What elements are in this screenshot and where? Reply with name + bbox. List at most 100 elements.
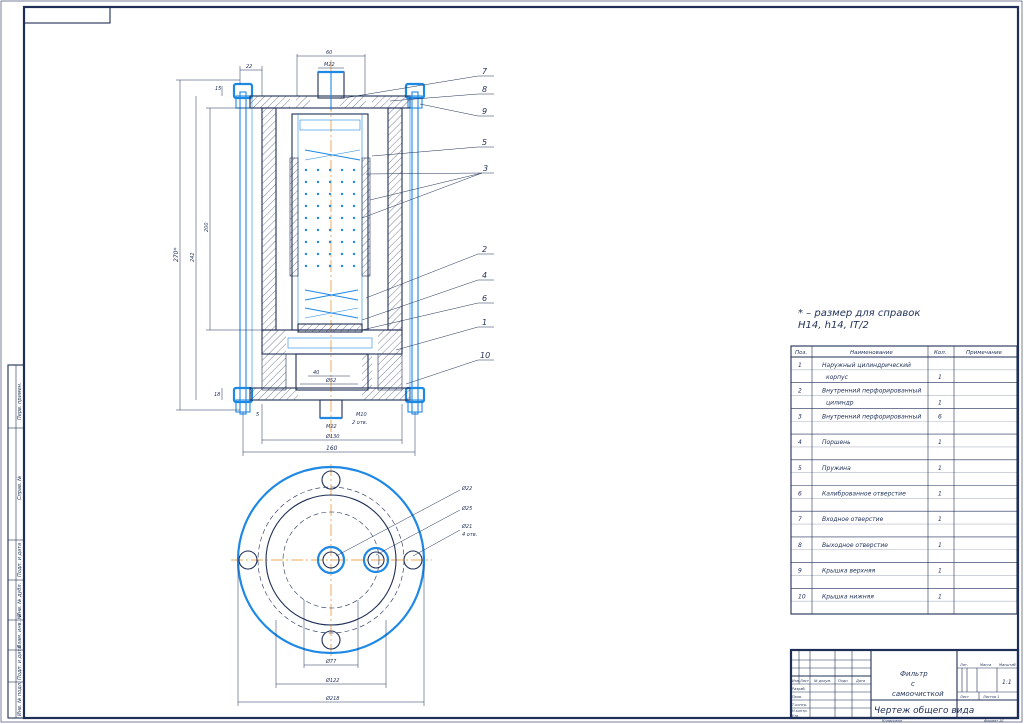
perforation-hole xyxy=(316,180,320,184)
dim-inner-d1: 40 xyxy=(313,370,319,376)
strip-inv-dubl: Инв. № дубл. xyxy=(17,583,23,617)
tb-col-lit: Лит. xyxy=(959,663,968,667)
callout-8: 8 xyxy=(482,85,487,94)
lower-body xyxy=(261,353,403,391)
title-block: Изм. Лист № докум. Подп. Дата Разраб. Пр… xyxy=(789,648,1020,723)
inner-cylinder xyxy=(291,113,369,331)
dim-height-total: 270* xyxy=(173,248,180,262)
spec-row-pos: 10 xyxy=(798,593,806,600)
callout-10: 10 xyxy=(480,351,490,360)
perforation-hole xyxy=(352,252,356,256)
perforation-hole xyxy=(352,216,356,220)
perforation-hole xyxy=(304,240,308,244)
perforation-hole xyxy=(328,240,332,244)
perforation-hole xyxy=(304,204,308,208)
spec-header-name: Наименование xyxy=(850,350,893,356)
plan-dim-hole: Ø21 xyxy=(461,523,472,530)
perforation-hole xyxy=(328,168,332,172)
spec-row-qty: 1 xyxy=(938,542,942,549)
tb-ndoc: № докум. xyxy=(813,679,831,683)
tb-razrab: Разраб. xyxy=(792,687,806,691)
filter-mesh-left xyxy=(289,157,299,277)
dim-bottom-gap: 18 xyxy=(214,392,220,398)
spec-row-qty: 1 xyxy=(938,568,942,575)
perforation-hole xyxy=(340,192,344,196)
tb-sheet: Лист xyxy=(959,695,970,699)
perforation-hole xyxy=(340,180,344,184)
dim-left-small: 22 xyxy=(246,64,252,70)
callout-3: 3 xyxy=(483,164,488,173)
perforation-hole xyxy=(352,168,356,172)
tb-izm: Изм. xyxy=(792,679,800,683)
dim-thread: M22 xyxy=(326,424,337,430)
spec-header-pos: Поз. xyxy=(795,350,807,356)
perforation-hole xyxy=(340,252,344,256)
perforation-hole xyxy=(340,216,344,220)
tb-sheets: Листов 1 xyxy=(982,695,999,699)
spec-header-qty: Кол. xyxy=(934,350,947,356)
perforation-hole xyxy=(352,192,356,196)
dim-inner-d2: Ø52 xyxy=(325,377,336,384)
strip-podp-data1: Подп. и дата xyxy=(17,543,23,577)
tb-col-scale: Масштаб xyxy=(999,663,1016,667)
spec-row-name: Входное отверстие xyxy=(822,516,884,523)
perforation-hole xyxy=(304,168,308,172)
tb-doc-title: Чертеж общего вида xyxy=(874,706,974,716)
perforation-hole xyxy=(304,252,308,256)
spec-row-qty: 1 xyxy=(938,491,942,498)
perforation-hole xyxy=(352,264,356,268)
spec-header-note: Примечание xyxy=(966,350,1003,356)
spec-table: Поз. Наименование Кол. Примечание 1 Наруж… xyxy=(790,345,1018,615)
perforation-hole xyxy=(316,216,320,220)
plan-dim-hole-count: 4 отв. xyxy=(462,532,477,538)
spring-bottom xyxy=(304,289,359,319)
spec-row-pos: 7 xyxy=(798,516,802,523)
callout-6: 6 xyxy=(482,294,487,303)
perforation-hole xyxy=(316,168,320,172)
spec-row-qty: 1 xyxy=(938,400,942,407)
spec-row-name: Крышка нижняя xyxy=(822,593,874,600)
perforation-hole xyxy=(316,240,320,244)
perforation-hole xyxy=(304,216,308,220)
tb-scale: 1:1 xyxy=(1002,679,1012,686)
tie-rod-right xyxy=(404,82,426,415)
plan-dim-d2: Ø25 xyxy=(461,505,472,512)
perforation-hole xyxy=(352,228,356,232)
strip-sprav: Справ. № xyxy=(17,476,23,500)
note-line2: H14, h14, IT/2 xyxy=(798,320,869,331)
spec-row-qty: 1 xyxy=(938,439,942,446)
spec-row-name: Поршень xyxy=(822,439,851,446)
spec-row-name: Внутренний перфорированный xyxy=(822,413,921,420)
tb-name-l3: самоочисткой xyxy=(892,690,944,698)
tb-format: Формат A1 xyxy=(984,719,1004,723)
perforation-hole xyxy=(352,240,356,244)
perforation-hole xyxy=(328,204,332,208)
perforation-hole xyxy=(352,180,356,184)
perforation-hole xyxy=(304,192,308,196)
tb-copied: Копировал xyxy=(882,719,903,723)
perforation-hole xyxy=(340,168,344,172)
perforation-hole xyxy=(340,264,344,268)
tb-col-mass: Масса xyxy=(980,663,991,667)
perforation-hole xyxy=(328,192,332,196)
callout-2: 2 xyxy=(482,245,487,254)
perforation-hole xyxy=(304,180,308,184)
perforation-hole xyxy=(316,204,320,208)
spec-row-pos: 6 xyxy=(798,491,802,498)
bottom-cover xyxy=(249,387,411,420)
spec-row-qty: 1 xyxy=(938,593,942,600)
tb-nkontr: Н.контр. xyxy=(792,709,808,713)
perforations xyxy=(304,168,356,268)
perforation-hole xyxy=(316,192,320,196)
spec-row-name-cont: корпус xyxy=(826,374,849,381)
dim-d-inner: Ø130 xyxy=(325,433,339,440)
spec-row-name: Крышка верхняя xyxy=(822,568,876,575)
callout-7: 7 xyxy=(482,67,488,76)
tb-podp: Подп. xyxy=(838,679,849,683)
spec-row-qty: 1 xyxy=(938,374,942,381)
tie-rod-left xyxy=(232,82,254,415)
spec-row-name: Пружина xyxy=(822,465,851,472)
perforation-hole xyxy=(340,240,344,244)
spec-row-pos: 8 xyxy=(798,542,802,549)
perforation-hole xyxy=(316,252,320,256)
